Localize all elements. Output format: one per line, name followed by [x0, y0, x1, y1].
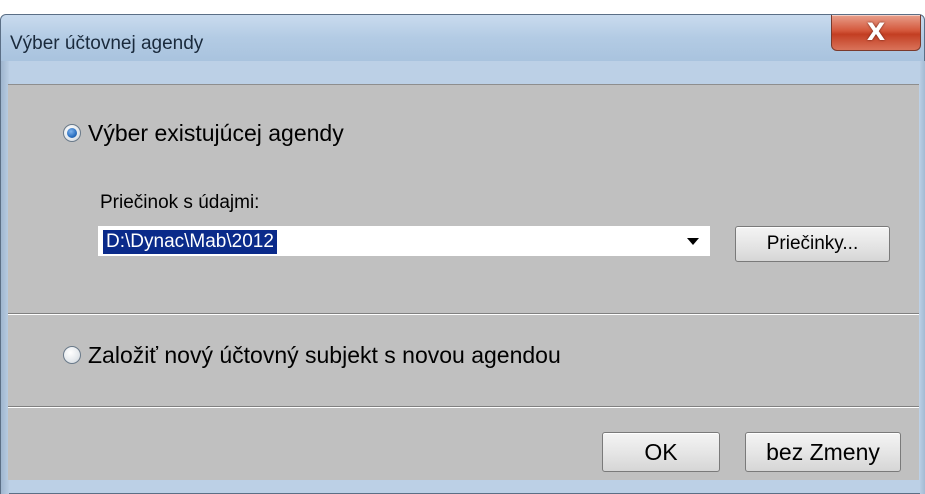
bez-zmeny-button[interactable]: bez Zmeny — [745, 432, 901, 472]
folder-label: Priečinok s údajmi: — [100, 192, 260, 213]
section-divider — [8, 313, 919, 315]
existing-agenda-radio[interactable] — [63, 124, 81, 142]
browse-folders-button[interactable]: Priečinky... — [735, 226, 890, 262]
window-title: Výber účtovnej agendy — [10, 33, 204, 54]
folder-value[interactable]: D:\Dynac\Mab\2012 — [103, 230, 277, 254]
close-icon: X — [866, 18, 886, 46]
ok-button[interactable]: OK — [602, 432, 720, 472]
footer-divider — [8, 406, 919, 408]
chevron-down-icon[interactable] — [687, 238, 699, 245]
folder-combobox[interactable]: D:\Dynac\Mab\2012 — [98, 226, 710, 256]
new-subject-label[interactable]: Založiť nový účtovný subjekt s novou age… — [88, 342, 561, 369]
existing-agenda-label[interactable]: Výber existujúcej agendy — [88, 120, 344, 147]
new-subject-radio[interactable] — [63, 346, 81, 364]
close-button[interactable]: X — [831, 15, 921, 51]
title-bar[interactable]: Výber účtovnej agendy X — [1, 15, 924, 61]
window-frame-right — [920, 61, 925, 494]
